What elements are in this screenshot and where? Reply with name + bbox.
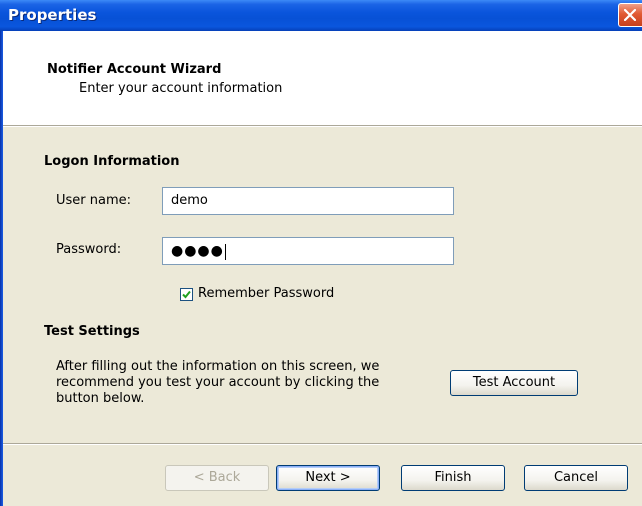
cancel-button[interactable]: Cancel xyxy=(524,465,628,491)
wizard-title: Notifier Account Wizard xyxy=(47,62,222,77)
wizard-header: Notifier Account Wizard Enter your accou… xyxy=(3,31,642,126)
remember-password-checkbox[interactable] xyxy=(180,288,193,301)
username-label: User name: xyxy=(56,193,132,208)
remember-password-label[interactable]: Remember Password xyxy=(198,286,334,301)
finish-button[interactable]: Finish xyxy=(401,465,505,491)
header-divider xyxy=(3,126,642,127)
password-label: Password: xyxy=(56,242,122,257)
next-button[interactable]: Next > xyxy=(276,465,380,491)
window-title: Properties xyxy=(8,6,97,24)
test-account-button[interactable]: Test Account xyxy=(450,370,578,396)
wizard-subtitle: Enter your account information xyxy=(79,81,283,96)
close-button[interactable] xyxy=(618,3,642,27)
footer-divider-highlight xyxy=(3,444,642,445)
test-help-text: After filling out the information on thi… xyxy=(56,359,380,406)
text-caret xyxy=(224,243,226,260)
username-input[interactable]: demo xyxy=(162,187,454,215)
checkmark-icon xyxy=(182,290,191,299)
username-value: demo xyxy=(171,193,208,208)
back-button[interactable]: < Back xyxy=(165,465,269,491)
test-section-title: Test Settings xyxy=(44,324,140,339)
title-bar[interactable]: Properties xyxy=(0,0,642,31)
logon-section-title: Logon Information xyxy=(44,154,180,169)
close-icon xyxy=(624,9,636,21)
password-input[interactable]: ●●●● xyxy=(162,237,454,265)
password-mask: ●●●● xyxy=(171,243,224,259)
